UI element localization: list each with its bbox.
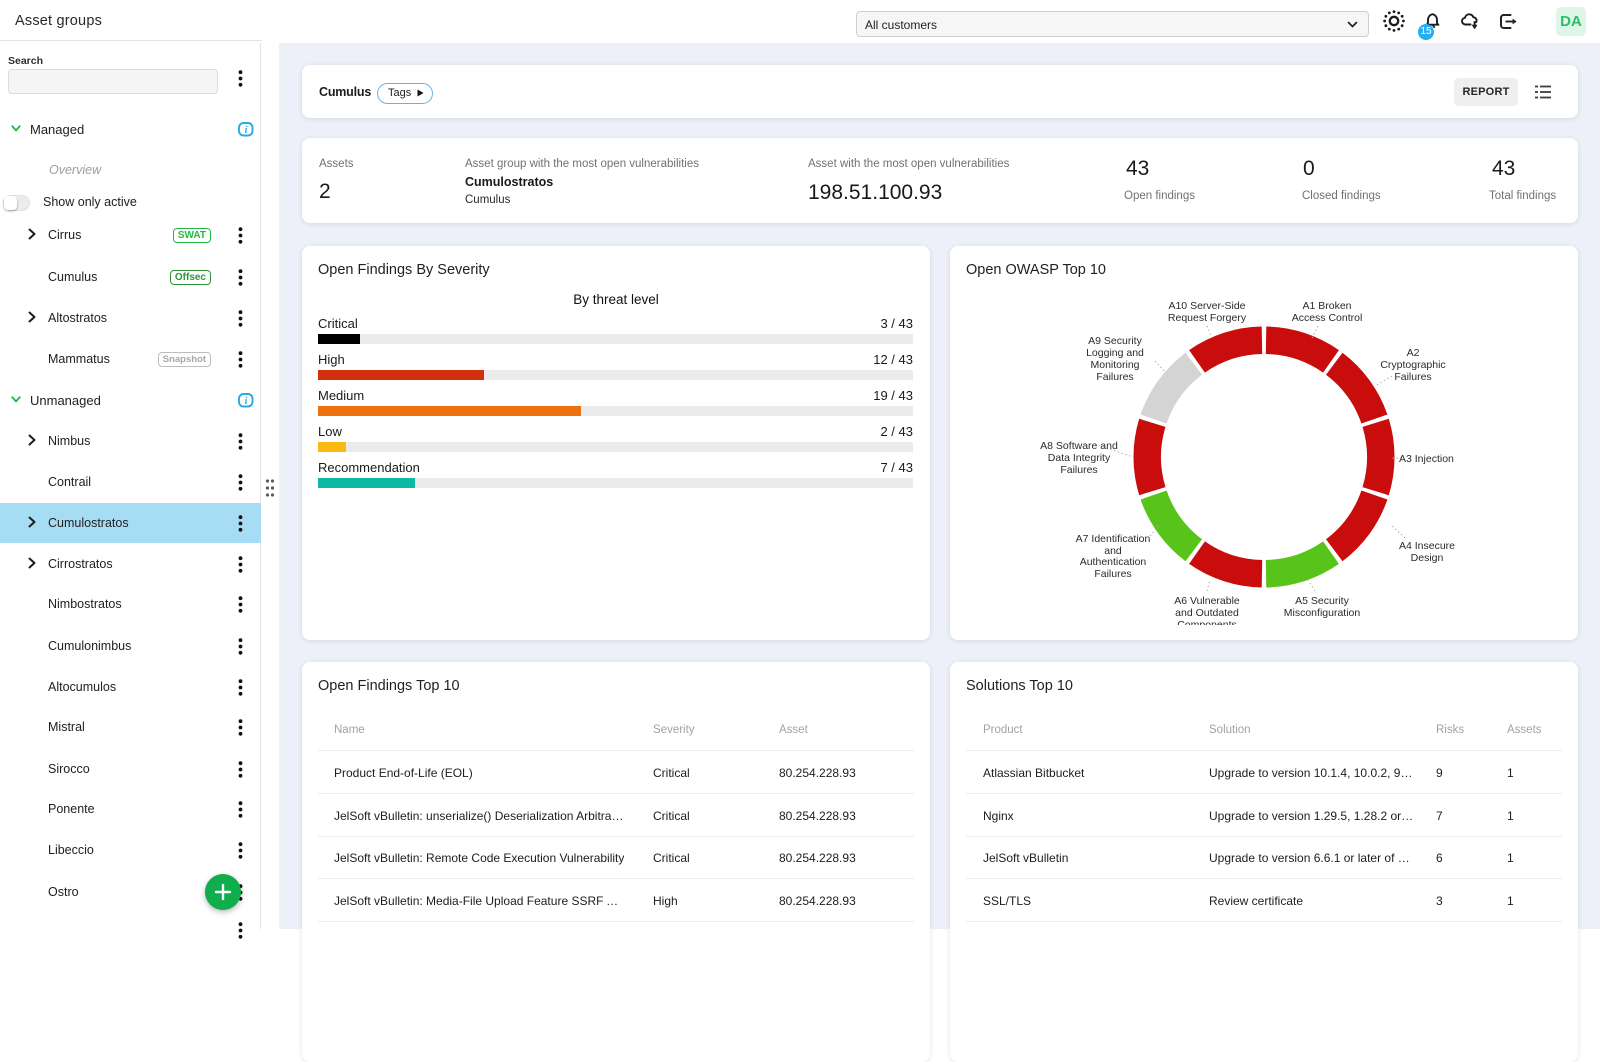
svg-text:A9 SecurityLogging andMonitori: A9 SecurityLogging andMonitoringFailures <box>1086 335 1144 383</box>
svg-text:A5 SecurityMisconfiguration: A5 SecurityMisconfiguration <box>1284 595 1361 619</box>
svg-text:i: i <box>245 125 248 136</box>
svg-text:A8 Software andData IntegrityF: A8 Software andData IntegrityFailures <box>1040 440 1118 476</box>
svg-text:i: i <box>245 396 248 407</box>
svg-text:A10 Server-SideRequest Forgery: A10 Server-SideRequest Forgery <box>1168 300 1247 324</box>
svg-text:A3 Injection: A3 Injection <box>1399 453 1454 465</box>
svg-text:A2CryptographicFailures: A2CryptographicFailures <box>1380 347 1445 383</box>
svg-text:A6 Vulnerableand OutdatedCompo: A6 Vulnerableand OutdatedComponents <box>1174 595 1240 625</box>
svg-text:A7 IdentificationandAuthentica: A7 IdentificationandAuthenticationFailur… <box>1076 533 1151 580</box>
svg-text:A4 InsecureDesign: A4 InsecureDesign <box>1399 540 1455 564</box>
svg-text:A1 BrokenAccess Control: A1 BrokenAccess Control <box>1292 300 1363 324</box>
